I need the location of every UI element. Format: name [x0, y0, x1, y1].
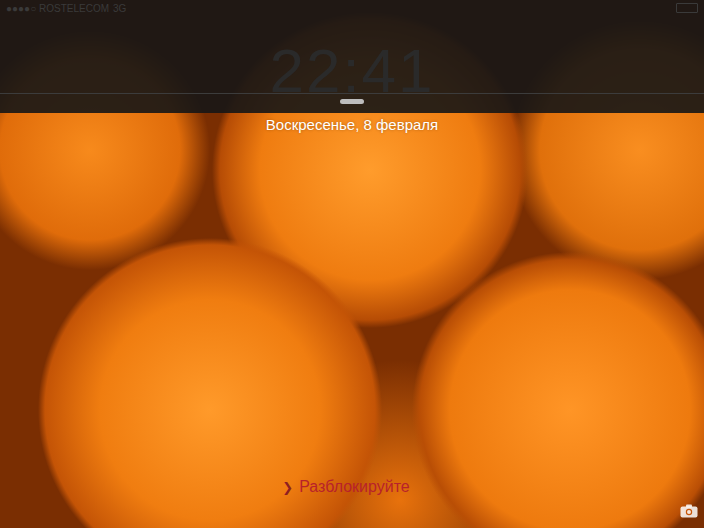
- network-label: 3G: [113, 3, 126, 14]
- spacer: [0, 133, 704, 478]
- chevron-icon: ❯: [282, 480, 293, 495]
- bottom-bar: [0, 504, 704, 528]
- unlock-slider[interactable]: ❯ Разблокируйте: [0, 478, 704, 504]
- camera-icon[interactable]: [680, 504, 698, 518]
- status-bar: ●●●●○ ROSTELECOM 3G: [0, 0, 704, 16]
- date-label: Воскресенье, 8 февраля: [0, 113, 704, 133]
- battery-icon: [676, 3, 698, 13]
- carrier-label: ●●●●○ ROSTELECOM: [6, 3, 109, 14]
- status-left: ●●●●○ ROSTELECOM 3G: [6, 3, 126, 14]
- camera-button[interactable]: [680, 504, 698, 522]
- panel-divider: [0, 93, 704, 94]
- unlock-label: Разблокируйте: [299, 478, 410, 496]
- notification-center-pull[interactable]: ●●●●○ ROSTELECOM3G22:41: [0, 0, 704, 113]
- grabber-handle[interactable]: [340, 99, 364, 104]
